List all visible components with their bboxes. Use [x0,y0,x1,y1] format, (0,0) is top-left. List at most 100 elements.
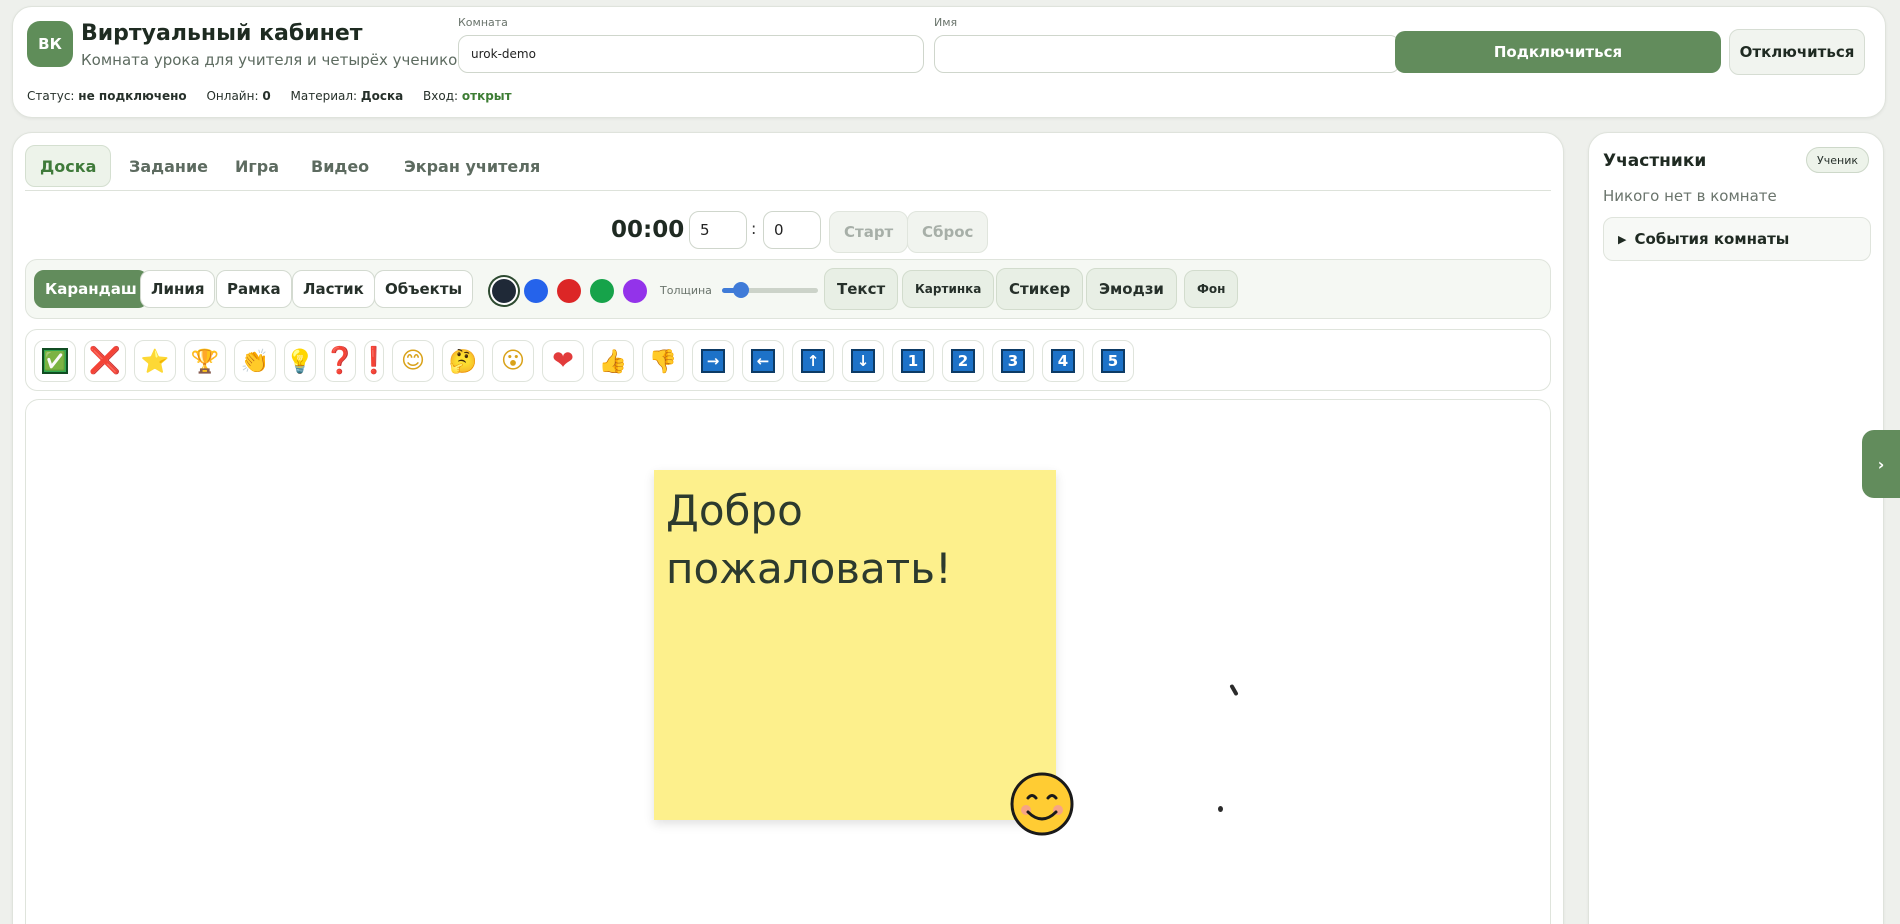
clapping-hands-icon[interactable]: 👏 [234,340,276,382]
emoji-tool-button[interactable]: Эмодзи [1086,268,1177,310]
name-input[interactable] [934,35,1400,73]
room-input[interactable] [458,35,924,73]
color-swatch-red[interactable] [557,279,581,303]
pencil-dot [1218,806,1223,812]
heart-icon[interactable]: ❤ [542,340,584,382]
text-tool-button[interactable]: Текст [824,268,899,310]
thinking-face-icon[interactable]: 🤔 [442,340,484,382]
triangle-right-icon: ▶ [1618,232,1627,246]
room-events-toggle[interactable]: ▶ События комнаты [1603,217,1871,261]
color-swatch-blue[interactable] [524,279,548,303]
slider-thumb[interactable] [733,282,749,298]
arrow-left-icon[interactable]: ← [742,340,784,382]
color-swatch-dark[interactable] [492,279,516,303]
thickness-slider[interactable] [722,282,818,298]
timer-minutes-input[interactable] [689,211,747,249]
status-connection: Статус: не подключено [27,89,187,103]
emoji-palette: ✅ ❌ ⭐ 🏆 👏 💡 ❓ ❗ 😊 🤔 😮 ❤ 👍 👎 → ← ↑ ↓ 1 2 3 4 5 [25,329,1551,391]
room-label: Комната [458,16,508,29]
pencil-stroke [1229,683,1239,697]
background-tool-button[interactable]: Фон [1184,270,1239,308]
question-mark-icon[interactable]: ❓ [324,340,356,382]
cross-mark-icon[interactable]: ❌ [84,340,126,382]
number-1-icon[interactable]: 1 [892,340,934,382]
tool-line-button[interactable]: Линия [140,270,216,308]
tab-board[interactable]: Доска [25,145,112,187]
trophy-icon[interactable]: 🏆 [184,340,226,382]
check-mark-icon-glyph: ✅ [42,348,68,374]
number-2-icon[interactable]: 2 [942,340,984,382]
thumbs-up-icon[interactable]: 👍 [592,340,634,382]
timer-start-button[interactable]: Старт [829,211,909,253]
exclamation-mark-icon[interactable]: ❗ [358,340,390,382]
number-4-icon[interactable]: 4 [1042,340,1084,382]
app-subtitle: Комната урока для учителя и четырёх учен… [81,51,467,69]
star-icon-glyph: ⭐ [140,348,170,375]
drawing-toolbar: Карандаш Линия Рамка Ластик Объекты Толщ… [25,259,1551,319]
image-tool-button[interactable]: Картинка [902,270,995,308]
arrow-down-icon[interactable]: ↓ [842,340,884,382]
tool-eraser-button[interactable]: Ластик [292,270,375,308]
arrow-right-icon[interactable]: → [692,340,734,382]
heart-icon-glyph: ❤ [552,346,574,376]
surprised-face-icon-glyph: 😮 [501,348,525,374]
surprised-face-icon[interactable]: 😮 [492,340,534,382]
participants-panel: Участники Ученик Никого нет в комнате ▶ … [1588,132,1884,924]
number-5-icon-glyph: 5 [1101,349,1125,373]
room-events-label: События комнаты [1634,230,1790,248]
tool-pencil-button[interactable]: Карандаш [34,270,148,308]
timer-separator: : [751,219,757,238]
smiling-face-icon[interactable] [1010,772,1074,836]
arrow-up-icon[interactable]: ↑ [792,340,834,382]
arrow-right-icon-glyph: → [701,349,725,373]
tab-teacher-screen[interactable]: Экран учителя [390,145,554,187]
number-5-icon[interactable]: 5 [1092,340,1134,382]
clapping-hands-icon-glyph: 👏 [240,348,270,375]
number-1-icon-glyph: 1 [901,349,925,373]
exclamation-mark-icon-glyph: ❗ [357,346,391,376]
name-label: Имя [934,16,958,29]
number-3-icon-glyph: 3 [1001,349,1025,373]
light-bulb-icon-glyph: 💡 [285,348,315,375]
tool-frame-button[interactable]: Рамка [216,270,292,308]
thinking-face-icon-glyph: 🤔 [448,348,478,375]
participants-empty-text: Никого нет в комнате [1603,187,1777,205]
arrow-down-icon-glyph: ↓ [851,349,875,373]
sticky-note[interactable]: Добро пожаловать! [654,470,1056,820]
header-panel: ВК Виртуальный кабинет Комната урока для… [12,6,1886,118]
color-swatch-purple[interactable] [623,279,647,303]
main-panel: Доска Задание Игра Видео Экран учителя 0… [12,132,1564,924]
timer-reset-button[interactable]: Сброс [907,211,989,253]
star-icon[interactable]: ⭐ [134,340,176,382]
connect-button[interactable]: Подключиться [1395,31,1721,73]
tool-objects-button[interactable]: Объекты [374,270,474,308]
thumbs-down-icon-glyph: 👎 [648,348,678,375]
thumbs-up-icon-glyph: 👍 [598,348,628,375]
number-3-icon[interactable]: 3 [992,340,1034,382]
panel-collapse-handle[interactable]: › [1862,430,1900,498]
disconnect-button[interactable]: Отключиться [1729,29,1865,75]
arrow-left-icon-glyph: ← [751,349,775,373]
number-4-icon-glyph: 4 [1051,349,1075,373]
status-entry: Вход: открыт [423,89,512,103]
timer-row: 00:00 : Старт Сброс [13,211,1563,253]
check-mark-icon[interactable]: ✅ [34,340,76,382]
chevron-right-icon: › [1877,454,1885,474]
arrow-up-icon-glyph: ↑ [801,349,825,373]
whiteboard-canvas[interactable]: Добро пожаловать! [25,399,1551,924]
sticker-tool-button[interactable]: Стикер [996,268,1084,310]
color-swatch-green[interactable] [590,279,614,303]
cross-mark-icon-glyph: ❌ [88,346,122,376]
tab-bar: Доска Задание Игра Видео Экран учителя [25,145,1551,191]
app-logo: ВК [27,21,73,67]
tab-game[interactable]: Игра [221,145,293,187]
role-badge: Ученик [1806,147,1869,173]
tab-video[interactable]: Видео [297,145,383,187]
trophy-icon-glyph: 🏆 [190,348,220,375]
light-bulb-icon[interactable]: 💡 [284,340,316,382]
timer-seconds-input[interactable] [763,211,821,249]
tab-task[interactable]: Задание [115,145,222,187]
smiling-face-icon[interactable]: 😊 [392,340,434,382]
thumbs-down-icon[interactable]: 👎 [642,340,684,382]
status-line: Статус: не подключено Онлайн: 0 Материал… [27,89,528,103]
